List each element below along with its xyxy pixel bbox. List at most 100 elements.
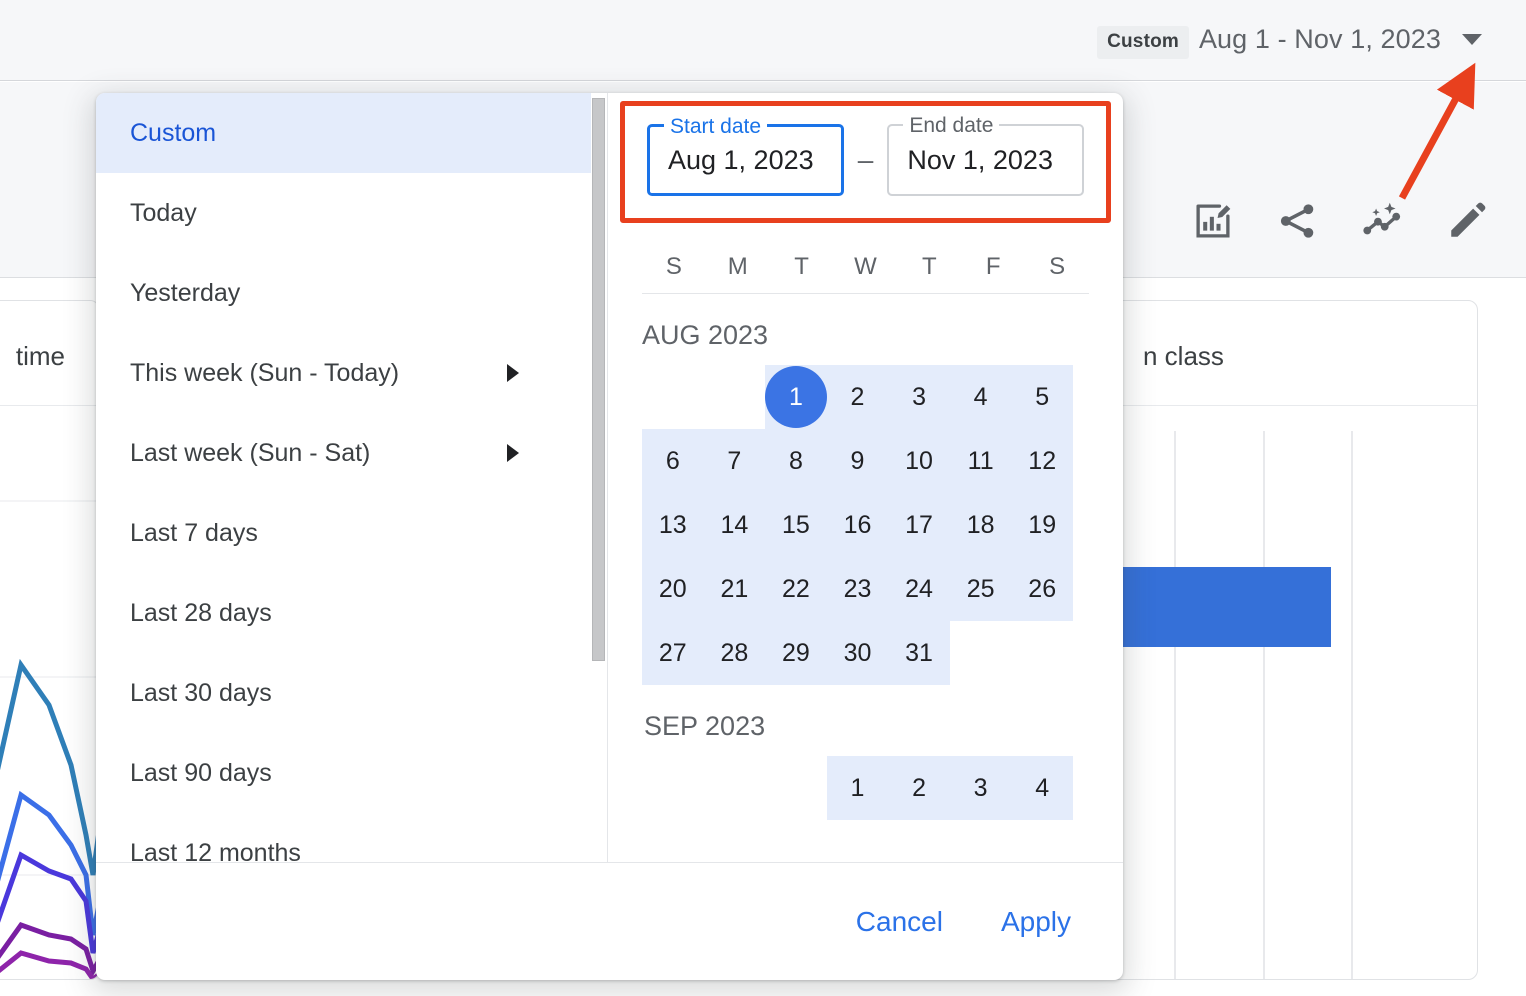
- day-of-week-header: SMTWTFS: [642, 253, 1089, 294]
- calendar-day[interactable]: 21: [703, 557, 766, 621]
- month-label: SEP 2023: [644, 711, 766, 741]
- calendar-day[interactable]: 27: [642, 621, 704, 685]
- apply-button[interactable]: Apply: [995, 902, 1077, 942]
- calendar-day-number: 22: [782, 574, 810, 603]
- insights-sparkle-icon[interactable]: [1360, 200, 1404, 242]
- calendar-day-number: 6: [665, 446, 680, 475]
- preset-item-last-week-sun-sat[interactable]: Last week (Sun - Sat): [96, 413, 597, 493]
- preset-item-label: Yesterday: [130, 278, 241, 307]
- preset-item-label: Last 28 days: [130, 598, 272, 627]
- picker-body: Custom Today Yesterday This week (Sun - Tod…: [96, 93, 1123, 862]
- calendar-day[interactable]: 29: [765, 621, 827, 685]
- calendar-day[interactable]: 4: [949, 365, 1012, 429]
- preset-item-this-week-sun-today[interactable]: This week (Sun - Today): [96, 333, 597, 413]
- calendar-day[interactable]: 20: [642, 557, 704, 621]
- calendar-day[interactable]: 31: [888, 621, 950, 685]
- calendar-day-number: 13: [658, 510, 687, 539]
- calendar-day[interactable]: 4: [1011, 756, 1073, 820]
- calendar-scrollbar[interactable]: [1091, 294, 1107, 862]
- calendar-day-number: 1: [788, 382, 803, 411]
- calendar-day-number: 15: [782, 510, 810, 539]
- calendar-day[interactable]: 7: [703, 429, 766, 493]
- calendar-day[interactable]: 19: [1011, 493, 1073, 557]
- share-icon[interactable]: [1276, 200, 1318, 242]
- edit-chart-icon[interactable]: [1192, 200, 1234, 242]
- preset-item-last-30-days[interactable]: Last 30 days: [96, 653, 597, 733]
- date-range-picker-dialog[interactable]: Custom Today Yesterday This week (Sun - Tod…: [96, 93, 1123, 980]
- calendar-day-number: 2: [912, 773, 927, 802]
- preset-item-label: Last 7 days: [130, 518, 258, 547]
- calendar-day[interactable]: 17: [888, 493, 950, 557]
- end-date-field[interactable]: End date Nov 1, 2023: [887, 113, 1084, 196]
- preset-range-pane: Custom Today Yesterday This week (Sun - Tod…: [96, 93, 608, 862]
- date-range-chip[interactable]: Custom: [1097, 26, 1189, 59]
- day-of-week-2: T: [794, 253, 809, 280]
- picker-footer: Cancel Apply: [96, 862, 1123, 980]
- calendar-day[interactable]: 1: [826, 756, 889, 820]
- preset-item-last-7-days[interactable]: Last 7 days: [96, 493, 597, 573]
- start-date-field[interactable]: Start date Aug 1, 2023: [647, 114, 844, 196]
- calendar-day[interactable]: 30: [826, 621, 889, 685]
- calendar-day-number: 4: [973, 382, 988, 411]
- calendar-day-number: 7: [727, 446, 742, 475]
- calendar-day-number: 23: [843, 574, 872, 603]
- calendar-day-number: 18: [966, 510, 995, 539]
- preset-item-yesterday[interactable]: Yesterday: [96, 253, 597, 333]
- calendar-day[interactable]: 28: [703, 621, 766, 685]
- day-of-week-5: F: [985, 253, 1001, 280]
- calendar-day-selected[interactable]: 1: [764, 365, 827, 429]
- preset-item-today[interactable]: Today: [96, 173, 597, 253]
- range-separator: –: [857, 144, 874, 175]
- calendar-day[interactable]: 13: [642, 493, 704, 557]
- calendar-day[interactable]: 11: [949, 429, 1012, 493]
- calendar-day[interactable]: 23: [826, 557, 889, 621]
- calendar-day[interactable]: 18: [949, 493, 1012, 557]
- calendar-day[interactable]: 10: [888, 429, 950, 493]
- preset-item-last-12-months[interactable]: Last 12 months: [96, 813, 597, 863]
- calendar-day[interactable]: 16: [826, 493, 889, 557]
- calendar-day[interactable]: 14: [703, 493, 766, 557]
- calendar-day-number: 10: [905, 446, 933, 475]
- cancel-button[interactable]: Cancel: [850, 902, 949, 942]
- calendar-day-number: 26: [1028, 574, 1057, 603]
- calendar-day[interactable]: 22: [765, 557, 827, 621]
- calendar-day-number: 28: [720, 638, 749, 667]
- calendar-day[interactable]: 25: [949, 557, 1012, 621]
- calendar-pane: Start date Aug 1, 2023 – End date Nov 1,…: [608, 93, 1123, 862]
- preset-list-scrollbar[interactable]: [591, 93, 607, 862]
- calendar-day-number: 21: [720, 574, 749, 603]
- preset-item-custom[interactable]: Custom: [96, 93, 597, 173]
- calendar-day[interactable]: 3: [949, 756, 1012, 820]
- preset-list-scrollbar-thumb[interactable]: [592, 98, 605, 661]
- preset-item-label: This week (Sun - Today): [130, 358, 400, 387]
- calendar-day[interactable]: 2: [826, 365, 889, 429]
- calendar-day-number: 14: [720, 510, 749, 539]
- preset-item-label: Last 12 months: [130, 838, 301, 863]
- calendar-day[interactable]: 8: [765, 429, 827, 493]
- preset-item-label: Last 90 days: [130, 758, 272, 787]
- calendar-day[interactable]: 26: [1011, 557, 1073, 621]
- calendar-day-number: 12: [1028, 446, 1057, 475]
- calendar-day-number: 1: [850, 773, 865, 802]
- day-of-week-6: S: [1049, 253, 1066, 280]
- app-header: Custom Aug 1 - Nov 1, 2023: [0, 0, 1526, 81]
- chevron-right-icon: [507, 444, 519, 462]
- calendar-day-empty: [765, 756, 827, 820]
- calendar-day[interactable]: 24: [888, 557, 950, 621]
- pencil-edit-icon[interactable]: [1446, 200, 1488, 242]
- calendar-day[interactable]: 9: [826, 429, 889, 493]
- calendar-day[interactable]: 3: [888, 365, 950, 429]
- calendar-day[interactable]: 15: [765, 493, 827, 557]
- chevron-down-icon[interactable]: [1462, 34, 1482, 45]
- preset-range-list[interactable]: Custom Today Yesterday This week (Sun - Tod…: [96, 93, 597, 862]
- calendar-day[interactable]: 5: [1011, 365, 1073, 429]
- calendar-day[interactable]: 12: [1011, 429, 1073, 493]
- calendar-day[interactable]: 6: [642, 429, 704, 493]
- calendar-months-scroll-region[interactable]: AUG 2023 1 2 3 4 5 6 7 8 9 10 11 12 13 14 15 16 17 18 19 20 2…: [608, 294, 1123, 862]
- preset-item-last-90-days[interactable]: Last 90 days: [96, 733, 597, 813]
- preset-item-last-28-days[interactable]: Last 28 days: [96, 573, 597, 653]
- calendar-week-row: 20 21 22 23 24 25 26: [642, 557, 1073, 621]
- date-range-value[interactable]: Aug 1 - Nov 1, 2023: [1199, 24, 1441, 55]
- calendar-day-number: 5: [1035, 382, 1050, 411]
- calendar-day[interactable]: 2: [888, 756, 950, 820]
